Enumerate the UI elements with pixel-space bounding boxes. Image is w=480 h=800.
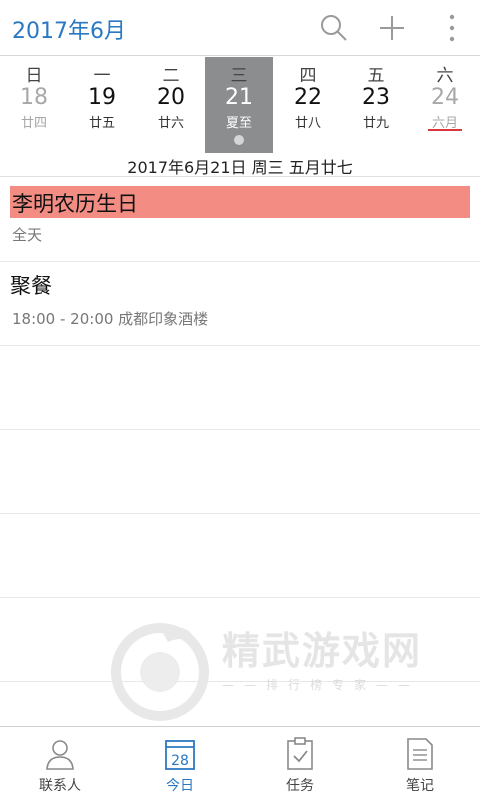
tab-tasks[interactable]: 任务 (240, 727, 360, 800)
calendar-today-icon: 28 (164, 737, 196, 771)
month-title[interactable]: 2017年6月 (12, 13, 126, 45)
day-cell-19[interactable]: 一 19 廿五 (68, 57, 136, 153)
tab-label: 联系人 (39, 778, 81, 794)
lunar-label: 廿六 (157, 116, 184, 131)
search-icon[interactable] (318, 12, 350, 44)
app-header: 2017年6月 (0, 0, 480, 56)
day-cell-23[interactable]: 五 23 廿九 (342, 57, 410, 153)
weekday-label: 五 (367, 66, 385, 86)
tab-today[interactable]: 28 今日 (120, 727, 240, 800)
day-number: 23 (362, 85, 390, 110)
event-time: 全天 (12, 226, 43, 244)
event-title: 聚餐 (10, 274, 52, 298)
day-number: 18 (20, 85, 48, 110)
day-cell-22[interactable]: 四 22 廿八 (274, 57, 342, 153)
tab-label: 笔记 (406, 778, 434, 794)
watermark-tagline: ——排行榜专家—— (222, 678, 421, 692)
day-cell-20[interactable]: 二 20 廿六 (137, 57, 205, 153)
day-number: 21 (225, 85, 253, 110)
event-time-location: 18:00 - 20:00 成都印象酒楼 (12, 310, 209, 328)
watermark-logo-icon (111, 623, 209, 721)
weekday-label: 一 (93, 66, 111, 86)
lunar-label: 廿四 (20, 116, 47, 131)
note-icon (404, 737, 436, 771)
event-item-birthday[interactable]: 李明农历生日 全天 (0, 178, 480, 262)
weekday-label: 六 (436, 66, 454, 86)
day-number: 22 (294, 85, 322, 110)
day-number: 20 (157, 85, 185, 110)
add-icon[interactable] (376, 12, 408, 44)
contact-icon (44, 737, 76, 771)
day-number: 24 (431, 85, 459, 110)
bottom-tab-bar: 联系人 28 今日 任务 笔记 (0, 726, 480, 800)
lunar-label: 廿五 (88, 116, 115, 131)
weekday-label: 日 (25, 66, 43, 86)
more-options-icon[interactable] (436, 12, 468, 44)
tab-label: 今日 (166, 778, 194, 794)
watermark-brand: 精武游戏网 (222, 629, 423, 673)
day-cell-18[interactable]: 日 18 廿四 (0, 57, 68, 153)
tab-notes[interactable]: 笔记 (360, 727, 480, 800)
event-dot (234, 135, 244, 145)
event-title: 李明农历生日 (10, 186, 470, 218)
svg-text:28: 28 (171, 753, 189, 769)
task-clipboard-icon (284, 737, 316, 771)
tab-contacts[interactable]: 联系人 (0, 727, 120, 800)
weekday-label: 三 (230, 66, 248, 86)
solar-term-label: 夏至 (225, 116, 252, 131)
event-item-dinner[interactable]: 聚餐 18:00 - 20:00 成都印象酒楼 (0, 262, 480, 346)
watermark: 精武游戏网 ——排行榜专家—— (110, 612, 460, 722)
tab-label: 任务 (286, 778, 314, 794)
day-cell-24[interactable]: 六 24 六月 (411, 57, 479, 153)
empty-slot[interactable] (0, 346, 480, 430)
empty-slot[interactable] (0, 430, 480, 514)
week-strip: 日 18 廿四 一 19 廿五 二 20 廿六 三 21 夏至 四 22 廿八 … (0, 57, 480, 177)
weekday-label: 二 (162, 66, 180, 86)
lunar-label: 廿九 (362, 116, 389, 131)
weekday-label: 四 (299, 66, 317, 86)
lunar-label: 廿八 (294, 116, 321, 131)
empty-slot[interactable] (0, 514, 480, 598)
month-start-underline (428, 129, 462, 131)
selected-date-detail: 2017年6月21日 周三 五月廿七 (127, 158, 353, 177)
day-number: 19 (88, 85, 116, 110)
day-cell-21-selected[interactable]: 三 21 夏至 (205, 57, 273, 153)
